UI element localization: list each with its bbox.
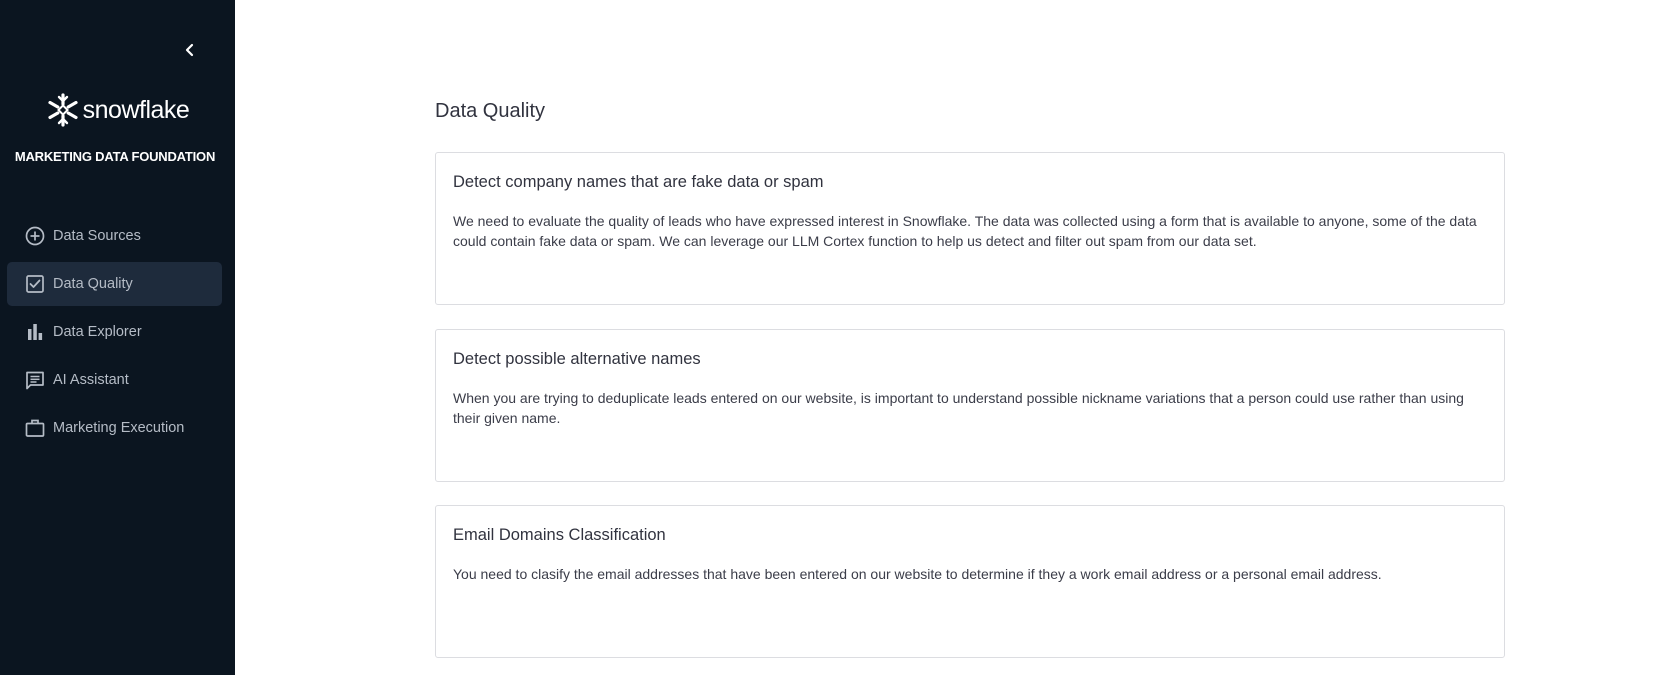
sidebar: snowflake MARKETING DATA FOUNDATION Data… — [0, 0, 235, 675]
card-description: We need to evaluate the quality of leads… — [453, 213, 1477, 249]
briefcase-icon — [24, 417, 46, 439]
sidebar-item-label: Data Explorer — [53, 324, 142, 340]
chevron-left-icon — [185, 43, 194, 57]
card-alternative-names: Detect possible alternative names When y… — [435, 329, 1505, 482]
card-fake-company-names: Detect company names that are fake data … — [435, 152, 1505, 305]
sidebar-item-data-quality[interactable]: Data Quality — [7, 262, 222, 306]
card-title: Email Domains Classification — [453, 526, 666, 544]
card-title: Detect company names that are fake data … — [453, 173, 824, 191]
checkbox-icon — [24, 273, 46, 295]
brand-logo: snowflake — [0, 93, 235, 127]
sidebar-item-label: Marketing Execution — [53, 420, 185, 436]
card-description: When you are trying to deduplicate leads… — [453, 390, 1464, 426]
card-email-domains: Email Domains Classification You need to… — [435, 505, 1505, 658]
sidebar-item-label: Data Quality — [53, 276, 133, 292]
chat-icon — [24, 369, 46, 391]
sidebar-item-data-sources[interactable]: Data Sources — [7, 214, 222, 258]
page-title: Data Quality — [435, 100, 546, 122]
collapse-sidebar-button[interactable] — [176, 36, 204, 64]
brand-wordmark: snowflake — [82, 95, 190, 124]
sidebar-item-label: AI Assistant — [53, 372, 129, 388]
sidebar-nav: Data Sources Data Quality Data Explorer — [7, 214, 222, 454]
plus-circle-icon — [24, 225, 46, 247]
sidebar-item-data-explorer[interactable]: Data Explorer — [7, 310, 222, 354]
main-content: Data Quality Detect company names that a… — [235, 0, 1676, 675]
sidebar-item-label: Data Sources — [53, 228, 141, 244]
bar-chart-icon — [24, 321, 46, 343]
app-subtitle: MARKETING DATA FOUNDATION — [14, 149, 216, 164]
card-description: You need to clasify the email addresses … — [453, 566, 1382, 582]
snowflake-icon — [48, 93, 78, 127]
card-title: Detect possible alternative names — [453, 350, 701, 368]
sidebar-item-marketing-execution[interactable]: Marketing Execution — [7, 406, 222, 450]
sidebar-item-ai-assistant[interactable]: AI Assistant — [7, 358, 222, 402]
